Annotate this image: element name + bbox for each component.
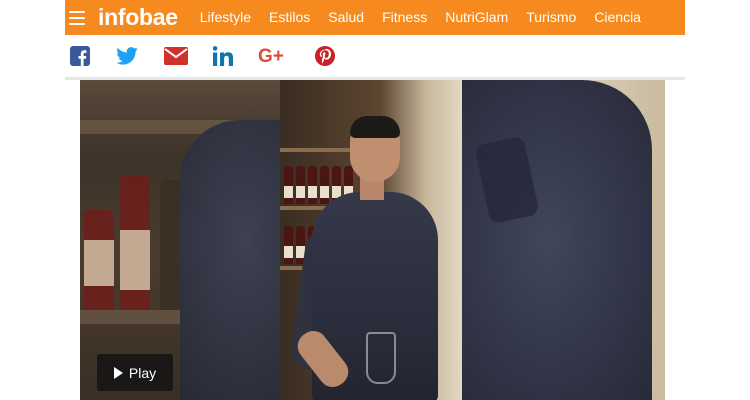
google-plus-icon[interactable]: G+ [257,45,291,67]
nav-item-estilos[interactable]: Estilos [269,0,310,35]
section-nav: Lifestyle Estilos Salud Fitness NutriGla… [200,0,659,35]
nav-item-fitness[interactable]: Fitness [382,0,427,35]
nav-item-ciencia[interactable]: Ciencia [594,0,641,35]
video-player[interactable]: Play [80,80,665,400]
play-triangle-icon [113,366,123,379]
svg-text:G+: G+ [258,46,284,66]
pinterest-icon[interactable] [314,45,336,67]
linkedin-icon[interactable] [212,45,234,67]
video-background-left [80,80,340,400]
facebook-icon[interactable] [69,45,91,67]
play-button[interactable]: Play [97,354,173,391]
nav-item-turismo[interactable]: Turismo [526,0,576,35]
nav-item-nutriglam[interactable]: NutriGlam [445,0,508,35]
nav-item-lifestyle[interactable]: Lifestyle [200,0,251,35]
twitter-icon[interactable] [115,45,139,67]
video-frame-person [280,80,462,400]
top-navigation-bar: infobae Lifestyle Estilos Salud Fitness … [65,0,685,35]
site-logo[interactable]: infobae [98,0,178,35]
email-icon[interactable] [163,45,189,67]
page: infobae Lifestyle Estilos Salud Fitness … [0,0,750,400]
nav-item-salud[interactable]: Salud [328,0,364,35]
play-label: Play [128,364,157,381]
video-background-right [462,80,665,400]
hamburger-menu-icon[interactable] [69,10,85,25]
share-bar: G+ [65,35,685,80]
